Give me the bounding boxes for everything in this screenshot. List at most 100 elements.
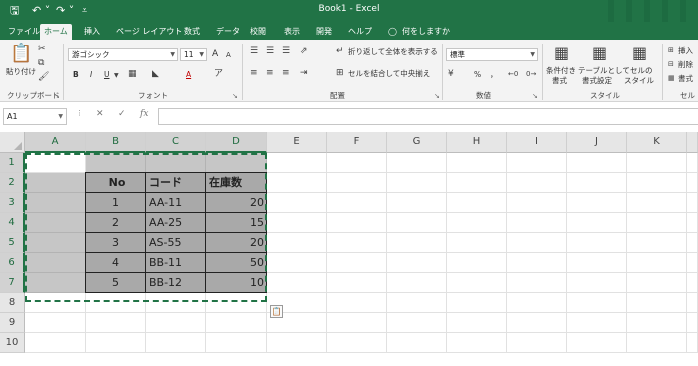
- grid-cell[interactable]: [267, 193, 327, 213]
- cell-styles-button[interactable]: セルの: [630, 66, 653, 76]
- grid-cell[interactable]: [627, 193, 687, 213]
- borders-icon[interactable]: ▦: [128, 69, 137, 80]
- row-header[interactable]: 8: [0, 293, 25, 313]
- grid-cell[interactable]: [327, 193, 387, 213]
- grid-cell[interactable]: [267, 253, 327, 273]
- table-cell[interactable]: 3: [85, 232, 146, 253]
- insert-function-icon[interactable]: fx: [140, 109, 148, 119]
- align-middle-icon[interactable]: ☰: [266, 46, 274, 57]
- wrap-text-icon[interactable]: ↵: [336, 46, 344, 57]
- column-header[interactable]: B: [86, 132, 146, 153]
- launcher-icon[interactable]: ↘: [532, 92, 538, 100]
- grid-cell[interactable]: [567, 153, 627, 173]
- font-color-button[interactable]: A: [186, 70, 191, 80]
- comma-button[interactable]: ，: [490, 70, 498, 80]
- grid-cell[interactable]: [507, 173, 567, 193]
- grid-cell[interactable]: [146, 313, 206, 333]
- number-format-select[interactable]: 標準 ▼: [446, 48, 538, 61]
- tab-help[interactable]: ヘルプ: [344, 24, 376, 40]
- grid-cell[interactable]: [507, 313, 567, 333]
- decrease-decimal-icon[interactable]: 0→: [526, 69, 536, 80]
- format-as-table-icon[interactable]: ▦: [592, 44, 607, 62]
- format-cells-button[interactable]: 書式: [678, 74, 693, 84]
- column-header[interactable]: [687, 132, 698, 153]
- grid-cell[interactable]: [507, 233, 567, 253]
- grid-cell[interactable]: [447, 253, 507, 273]
- row-header[interactable]: 6: [0, 253, 25, 273]
- grid-cell[interactable]: [567, 313, 627, 333]
- grid-cell[interactable]: [25, 253, 86, 273]
- conditional-formatting-icon[interactable]: ▦: [554, 44, 569, 62]
- tell-me-box[interactable]: 何をしますか: [398, 24, 454, 40]
- table-cell[interactable]: 10: [205, 272, 267, 293]
- grid-cell[interactable]: [327, 333, 387, 353]
- grid-cell[interactable]: [86, 293, 146, 313]
- grid-cell[interactable]: [387, 313, 447, 333]
- grid-cell[interactable]: [447, 333, 507, 353]
- grow-font-button[interactable]: A: [212, 49, 218, 59]
- grid-cell[interactable]: [206, 153, 267, 173]
- tab-file[interactable]: ファイル: [4, 24, 44, 40]
- row-header[interactable]: 4: [0, 213, 25, 233]
- column-header[interactable]: A: [25, 132, 86, 153]
- grid-cell[interactable]: [627, 153, 687, 173]
- grid-cell[interactable]: [267, 233, 327, 253]
- grid-cell[interactable]: [387, 153, 447, 173]
- indent-icon[interactable]: ⇥: [300, 68, 308, 79]
- merge-center-button[interactable]: セルを結合して中央揃え: [348, 69, 430, 79]
- chevron-down-icon[interactable]: ▼: [114, 70, 119, 81]
- column-header[interactable]: G: [387, 132, 447, 153]
- column-header[interactable]: E: [267, 132, 327, 153]
- column-header[interactable]: I: [507, 132, 567, 153]
- launcher-icon[interactable]: ↘: [232, 92, 238, 100]
- worksheet-grid[interactable]: A B C D E F G H I J K 1 2 3 4 5 6 7 8 9 …: [0, 132, 698, 366]
- align-top-icon[interactable]: ☰: [250, 46, 258, 57]
- table-cell[interactable]: 2: [85, 212, 146, 233]
- column-header[interactable]: D: [206, 132, 267, 153]
- grid-cell[interactable]: [627, 333, 687, 353]
- grid-cell[interactable]: [25, 173, 86, 193]
- grid-cell[interactable]: [25, 213, 86, 233]
- grid-cell[interactable]: [447, 213, 507, 233]
- cut-icon[interactable]: ✂: [38, 44, 46, 55]
- grid-cell[interactable]: [327, 153, 387, 173]
- shrink-font-button[interactable]: A: [226, 50, 231, 60]
- increase-decimal-icon[interactable]: ←0: [508, 69, 518, 80]
- orientation-icon[interactable]: ⇗: [300, 46, 308, 57]
- underline-button[interactable]: U: [104, 70, 110, 80]
- format-painter-icon[interactable]: 🖌: [38, 72, 49, 83]
- paste-options-icon[interactable]: 📋: [270, 305, 283, 318]
- grid-cell[interactable]: [627, 293, 687, 313]
- grid-cell[interactable]: [567, 333, 627, 353]
- grid-cell[interactable]: [627, 273, 687, 293]
- grid-cell[interactable]: [447, 173, 507, 193]
- tab-developer[interactable]: 開発: [312, 24, 336, 40]
- grid-cell[interactable]: [447, 313, 507, 333]
- grid-cell[interactable]: [567, 173, 627, 193]
- delete-cells-button[interactable]: 削除: [678, 60, 693, 70]
- table-cell[interactable]: AA-11: [145, 192, 206, 213]
- launcher-icon[interactable]: ↘: [54, 92, 60, 100]
- grid-cell[interactable]: [327, 293, 387, 313]
- grid-cell[interactable]: [387, 253, 447, 273]
- align-right-icon[interactable]: ≡: [282, 68, 290, 79]
- percent-button[interactable]: %: [474, 70, 481, 80]
- column-header[interactable]: H: [447, 132, 507, 153]
- table-cell[interactable]: BB-12: [145, 272, 206, 293]
- format-as-table-button-line2[interactable]: 書式設定: [582, 76, 612, 86]
- column-header[interactable]: F: [327, 132, 387, 153]
- grid-cell[interactable]: [387, 293, 447, 313]
- grid-cell[interactable]: [267, 273, 327, 293]
- launcher-icon[interactable]: ↘: [434, 92, 440, 100]
- grid-cell[interactable]: [387, 273, 447, 293]
- tab-view[interactable]: 表示: [280, 24, 304, 40]
- grid-cell[interactable]: [387, 333, 447, 353]
- grid-cell[interactable]: [327, 213, 387, 233]
- table-cell[interactable]: AS-55: [145, 232, 206, 253]
- grid-cell[interactable]: [627, 173, 687, 193]
- column-header[interactable]: K: [627, 132, 687, 153]
- grid-cell[interactable]: [687, 233, 698, 253]
- grid-cell[interactable]: [206, 293, 267, 313]
- italic-button[interactable]: I: [90, 70, 92, 80]
- grid-cell[interactable]: [687, 193, 698, 213]
